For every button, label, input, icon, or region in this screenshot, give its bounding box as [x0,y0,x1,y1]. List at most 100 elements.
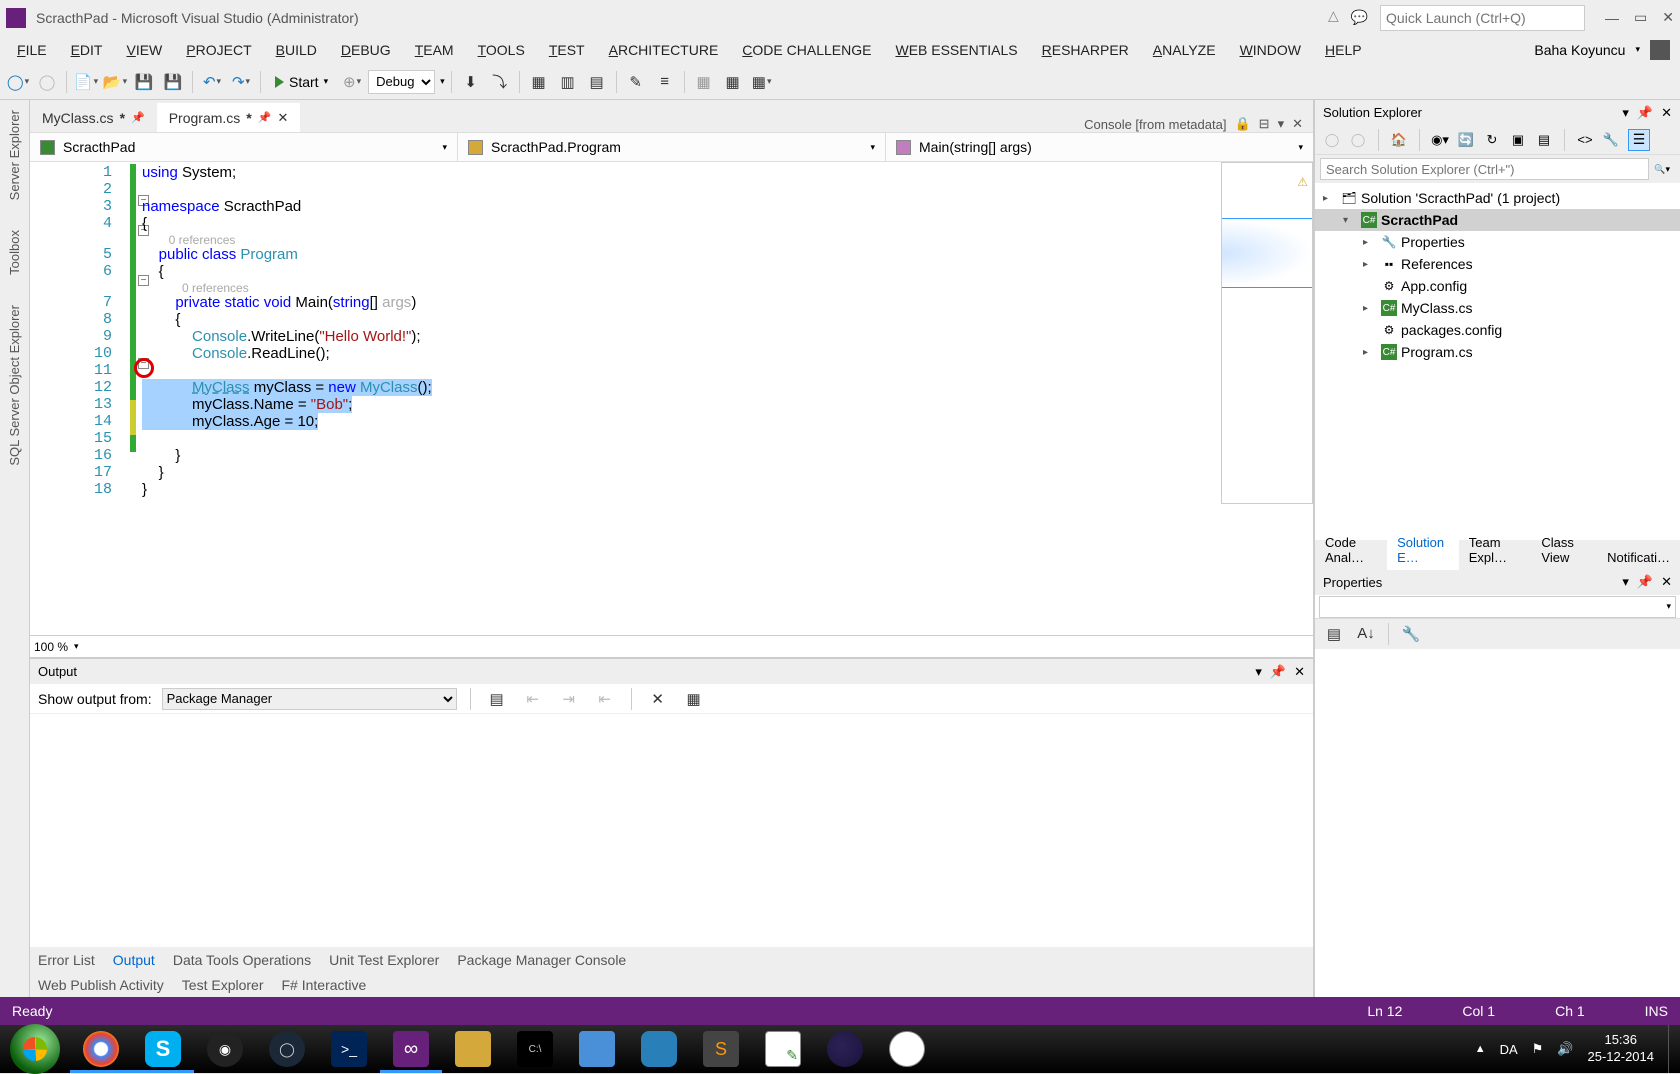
config-select[interactable]: Debug [368,70,435,94]
close-button[interactable]: ✕ [1662,9,1674,26]
notification-down-icon[interactable]: ▽ [1328,9,1339,26]
user-name[interactable]: Baha Koyuncu [1534,42,1625,58]
tray-language[interactable]: DA [1500,1042,1518,1057]
tree-app-config[interactable]: ⚙App.config [1315,275,1680,297]
maximize-button[interactable]: ▭ [1634,9,1647,26]
tree-scracthpad[interactable]: ▾C#ScracthPad [1315,209,1680,231]
save-all-button[interactable]: 💾 [160,69,186,95]
output-body[interactable] [30,714,1313,947]
taskbar-app-3[interactable] [566,1025,628,1073]
menu-view[interactable]: VIEW [114,38,174,62]
menu-test[interactable]: TEST [537,38,597,62]
solution-explorer-tree[interactable]: ▸🗂Solution 'ScracthPad' (1 project)▾C#Sc… [1315,183,1680,540]
output-tool-3[interactable]: ⇥ [556,686,582,712]
se-close-icon[interactable]: ✕ [1661,105,1672,121]
show-desktop-button[interactable] [1668,1025,1680,1073]
user-dropdown-icon[interactable]: ▾ [1635,44,1640,55]
bottom-tab-error-list[interactable]: Error List [38,952,95,968]
nav-project[interactable]: ScracthPad▾ [30,133,458,161]
tray-clock[interactable]: 15:3625-12-2014 [1588,1032,1655,1066]
taskbar-cmd[interactable]: C:\ [504,1025,566,1073]
output-tool-2[interactable]: ⇤ [520,686,546,712]
server-explorer-tab[interactable]: Server Explorer [5,105,24,205]
output-tool-1[interactable]: ▤ [484,686,510,712]
step-over-button[interactable]: ⤵ [487,69,513,95]
se-preview-toggle[interactable]: ☰ [1628,129,1650,151]
taskbar-chrome[interactable] [70,1025,132,1073]
prop-dropdown-icon[interactable]: ▾ [1622,574,1629,590]
open-file-button[interactable]: 📂 [102,69,128,95]
new-project-button[interactable]: 📄 [73,69,99,95]
taskbar-app-1[interactable]: ◉ [194,1025,256,1073]
taskbar-visualstudio[interactable]: ∞ [380,1025,442,1073]
se-prop[interactable]: 🔧 [1602,131,1620,149]
comment-button[interactable]: ✎ [623,69,649,95]
se-pin-icon[interactable]: 📌 [1637,105,1653,121]
bottom-tab-f#-interactive[interactable]: F# Interactive [282,977,367,993]
tree-program-cs[interactable]: ▸C#Program.cs [1315,341,1680,363]
prop-pages[interactable]: 🔧 [1398,621,1424,647]
undo-button[interactable]: ↶ [199,69,225,95]
save-button[interactable]: 💾 [131,69,157,95]
tray-volume-icon[interactable]: 🔊 [1557,1041,1573,1057]
bottom-tab-unit-test-explorer[interactable]: Unit Test Explorer [329,952,439,968]
tree-packages-config[interactable]: ⚙packages.config [1315,319,1680,341]
tool-2[interactable]: ▥ [555,69,581,95]
bottom-tab-output[interactable]: Output [113,952,155,968]
user-avatar[interactable] [1650,40,1670,60]
ext-button[interactable]: ▦ [749,69,775,95]
menu-web-essentials[interactable]: WEB ESSENTIALS [883,38,1029,62]
prop-pin-icon[interactable]: 📌 [1637,574,1653,590]
toolbox-tab[interactable]: Toolbox [5,225,24,280]
menu-tools[interactable]: TOOLS [466,38,537,62]
output-pin-icon[interactable]: 📌 [1270,664,1286,680]
tool-3[interactable]: ▤ [584,69,610,95]
stop-button[interactable]: ▦ [720,69,746,95]
metadata-tab-label[interactable]: Console [from metadata] [1084,117,1226,132]
minimize-button[interactable]: — [1605,10,1619,26]
menu-team[interactable]: TEAM [403,38,466,62]
nav-member[interactable]: Main(string[] args)▾ [886,133,1313,161]
tab-program-cs[interactable]: Program.cs*📌✕ [157,103,301,132]
menu-project[interactable]: PROJECT [174,38,263,62]
tray-expand-icon[interactable]: ▲ [1475,1043,1486,1055]
output-dropdown-icon[interactable]: ▾ [1255,664,1262,680]
output-wrap[interactable]: ▦ [681,686,707,712]
panel-tab-1[interactable]: Solution E… [1387,530,1459,570]
panel-tab-2[interactable]: Team Expl… [1459,530,1532,570]
taskbar-app-4[interactable] [628,1025,690,1073]
menu-debug[interactable]: DEBUG [329,38,403,62]
step-into-button[interactable]: ⬇ [458,69,484,95]
feedback-icon[interactable]: 💬 [1351,9,1368,26]
se-refresh[interactable]: ↻ [1483,131,1501,149]
se-back[interactable]: ◯ [1323,131,1341,149]
output-clear[interactable]: ✕ [645,686,671,712]
se-showall[interactable]: ▤ [1535,131,1553,149]
bottom-tab-web-publish-activity[interactable]: Web Publish Activity [38,977,164,993]
tree-solution-scracthpad-1-project-[interactable]: ▸🗂Solution 'ScracthPad' (1 project) [1315,187,1680,209]
taskbar-steam[interactable]: ◯ [256,1025,318,1073]
menu-resharper[interactable]: RESHARPER [1030,38,1141,62]
prop-alpha[interactable]: A↓ [1353,621,1379,647]
output-tool-4[interactable]: ⇤ [592,686,618,712]
output-close-icon[interactable]: ✕ [1294,664,1305,680]
panel-tab-3[interactable]: Class View [1531,530,1597,570]
sql-object-explorer-tab[interactable]: SQL Server Object Explorer [5,300,24,471]
indent-button[interactable]: ≡ [652,69,678,95]
se-code[interactable]: <> [1576,131,1594,149]
menu-edit[interactable]: EDIT [59,38,115,62]
se-scope[interactable]: ◉▾ [1431,131,1449,149]
start-button[interactable] [10,1024,60,1074]
bottom-tab-data-tools-operations[interactable]: Data Tools Operations [173,952,311,968]
se-dropdown-icon[interactable]: ▾ [1622,105,1629,121]
taskbar-notepad[interactable]: ✎ [752,1025,814,1073]
menu-window[interactable]: WINDOW [1228,38,1313,62]
tool-1[interactable]: ▦ [526,69,552,95]
metadata-pin-icon[interactable]: ⊟ [1259,116,1270,132]
tab-myclass-cs[interactable]: MyClass.cs*📌 [30,103,157,132]
quick-launch-input[interactable] [1380,5,1585,31]
properties-grid[interactable] [1315,649,1680,998]
tree-properties[interactable]: ▸🔧Properties [1315,231,1680,253]
tab-dropdown-icon[interactable]: ▾ [1278,116,1285,132]
menu-build[interactable]: BUILD [264,38,329,62]
